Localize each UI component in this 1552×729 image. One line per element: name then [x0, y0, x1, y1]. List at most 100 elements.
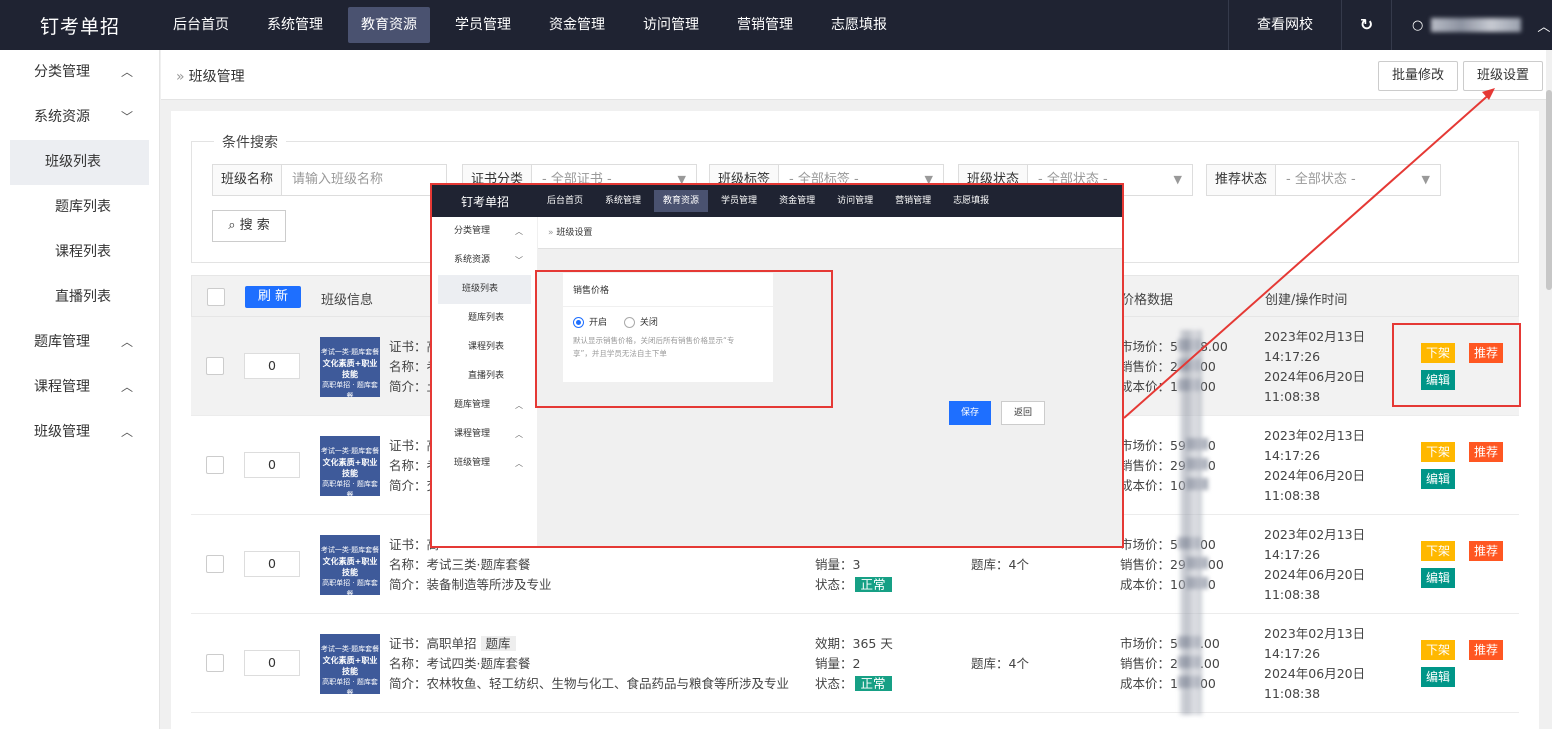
overlay-topbar: 钉考单招 后台首页 系统管理 教育资源 学员管理 资金管理 访问管理 营销管理 …: [432, 185, 1122, 217]
sidebar-group-category[interactable]: 分类管理 ︿: [0, 50, 159, 95]
cost-price: 成本价：10: [1120, 478, 1186, 493]
overlay-side-group: 题库管理 ︿: [432, 391, 537, 420]
overlay-side-group: 课程管理 ︿: [432, 420, 537, 449]
market-price: 市场价：5: [1120, 339, 1178, 354]
scrollbar[interactable]: [1546, 50, 1552, 729]
overlay-nav: 访问管理: [837, 196, 874, 206]
nav-system[interactable]: 系统管理: [254, 7, 336, 43]
view-school-link[interactable]: 查看网校: [1228, 0, 1342, 50]
chevron-up-icon: ︿: [515, 227, 523, 236]
status-badge: 正常: [854, 676, 892, 691]
time-data: 2023年02月13日 14:17:26 2024年06月20日 11:08:3…: [1264, 525, 1365, 605]
search-button-label: 搜 索: [239, 218, 270, 233]
class-thumbnail: 考试一类·题库套餐 文化素质+职业技能 高职单招 · 题库套餐: [320, 535, 380, 595]
price-data: 市场价：5 8.00 销售价：2 00 成本价：1 00: [1120, 337, 1228, 397]
thumb-line: 高职单招 · 题库套餐: [322, 381, 378, 397]
username-blurred: [1431, 18, 1522, 32]
overlay-breadcrumb: » 班级设置: [538, 217, 1122, 249]
off-shelf-button[interactable]: 下架: [1421, 442, 1456, 462]
sort-order-input[interactable]: 0: [244, 650, 300, 676]
recommend-select[interactable]: 推荐状态 - 全部状态 - ▼: [1206, 164, 1441, 196]
sales-data: 效期：365 天 销量：2 状态： 正常: [815, 634, 893, 694]
sidebar-item-bank-list[interactable]: 题库列表: [10, 185, 149, 230]
market-price: 市场价：5: [1120, 636, 1178, 651]
off-shelf-button[interactable]: 下架: [1421, 541, 1456, 561]
chevron-up-icon: ︿: [120, 65, 133, 79]
market-price-end: 00: [1199, 537, 1216, 552]
nav-students[interactable]: 学员管理: [442, 7, 524, 43]
overlay-nav: 系统管理: [605, 196, 642, 206]
sales-data: 销量：3 状态： 正常: [815, 555, 892, 595]
sort-order-input[interactable]: 0: [244, 452, 300, 478]
sidebar-group-label: 题库管理: [34, 334, 90, 350]
overlay-nav: 教育资源: [654, 190, 709, 212]
class-thumbnail: 考试一类·题库套餐 文化素质+职业技能 高职单招 · 题库套餐: [320, 337, 380, 397]
thumb-line: 考试一类·题库套餐: [320, 546, 380, 554]
created-time: 14:17:26: [1264, 448, 1321, 463]
sales-count: 销量：3: [815, 557, 861, 572]
thumb-line: 高职单招 · 题库套餐: [322, 480, 378, 496]
chevron-up-icon: ︿: [515, 401, 523, 410]
sidebar: 分类管理 ︿ 系统资源 ﹀ 班级列表 题库列表 课程列表 直播列表 题库管理 ︿ 课程…: [0, 50, 160, 729]
user-menu[interactable]: ○ ︿: [1392, 16, 1552, 35]
row-checkbox[interactable]: [206, 357, 224, 375]
recommend-button[interactable]: 推荐: [1469, 541, 1504, 561]
class-settings-button[interactable]: 班级设置: [1463, 61, 1544, 91]
sidebar-group-label: 系统资源: [34, 109, 90, 125]
sales-count: 销量：2: [815, 656, 861, 671]
recommend-button[interactable]: 推荐: [1469, 442, 1504, 462]
row-checkbox[interactable]: [206, 654, 224, 672]
batch-edit-button[interactable]: 批量修改: [1378, 61, 1459, 91]
updated-time: 11:08:38: [1264, 686, 1321, 701]
class-name-input[interactable]: 请输入班级名称: [282, 165, 446, 195]
scrollbar-thumb[interactable]: [1546, 90, 1552, 290]
created-time: 14:17:26: [1264, 646, 1321, 661]
brand-logo[interactable]: 钉考单招: [0, 12, 160, 39]
sort-order-input[interactable]: 0: [244, 551, 300, 577]
edit-button[interactable]: 编辑: [1421, 667, 1456, 687]
chevron-up-icon: ︿: [515, 459, 523, 468]
sidebar-item-class-list[interactable]: 班级列表: [10, 140, 149, 185]
nav-home[interactable]: 后台首页: [160, 7, 242, 43]
sidebar-item-live-list[interactable]: 直播列表: [10, 275, 149, 320]
row-checkbox[interactable]: [206, 555, 224, 573]
cert-text: 证书：高职单招: [389, 636, 477, 651]
nav-volunteer[interactable]: 志愿填报: [818, 7, 900, 43]
sidebar-group-class[interactable]: 班级管理 ︿: [0, 410, 159, 455]
cost-price: 成本价：1: [1120, 676, 1178, 691]
sidebar-group-system-resources[interactable]: 系统资源 ﹀: [0, 95, 159, 140]
edit-button[interactable]: 编辑: [1421, 568, 1456, 588]
intro-text: 简介：装备制造等所涉及专业: [389, 577, 552, 592]
name-text: 名称：考试四类·题库套餐: [389, 656, 531, 671]
double-chevron-icon: »: [176, 69, 185, 85]
refresh-icon[interactable]: ↻: [1342, 0, 1392, 50]
overlay-side-label: 课程管理: [454, 429, 491, 439]
chevron-up-icon: ︿: [1537, 19, 1551, 35]
nav-funds[interactable]: 资金管理: [536, 7, 618, 43]
nav-marketing[interactable]: 营销管理: [724, 7, 806, 43]
row-checkbox[interactable]: [206, 456, 224, 474]
sort-order-input[interactable]: 0: [244, 353, 300, 379]
sidebar-group-course[interactable]: 课程管理 ︿: [0, 365, 159, 410]
select-all-checkbox[interactable]: [207, 288, 225, 306]
created-date: 2023年02月13日: [1264, 626, 1366, 641]
name-text: 名称：考试三类·题库套餐: [389, 557, 531, 572]
caret-down-icon: ▼: [1173, 173, 1182, 186]
sidebar-item-course-list[interactable]: 课程列表: [10, 230, 149, 275]
caret-down-icon: ▼: [1421, 173, 1430, 186]
bank-count: 题库：4个: [971, 557, 1029, 572]
overlay-side-group: 分类管理 ︿: [432, 217, 537, 246]
sidebar-group-bank[interactable]: 题库管理 ︿: [0, 320, 159, 365]
recommend-button[interactable]: 推荐: [1469, 640, 1504, 660]
nav-education[interactable]: 教育资源: [348, 7, 430, 43]
off-shelf-button[interactable]: 下架: [1421, 640, 1456, 660]
sale-price: 销售价：2: [1120, 656, 1178, 671]
nav-access[interactable]: 访问管理: [630, 7, 712, 43]
search-button[interactable]: ⌕ 搜 索: [212, 210, 286, 242]
sidebar-group-label: 分类管理: [34, 64, 90, 80]
thumb-line: 文化素质+职业技能: [322, 458, 378, 478]
created-date: 2023年02月13日: [1264, 329, 1366, 344]
edit-button[interactable]: 编辑: [1421, 469, 1456, 489]
sale-price-end: 00: [1199, 359, 1216, 374]
table-refresh-button[interactable]: 刷 新: [245, 286, 301, 308]
